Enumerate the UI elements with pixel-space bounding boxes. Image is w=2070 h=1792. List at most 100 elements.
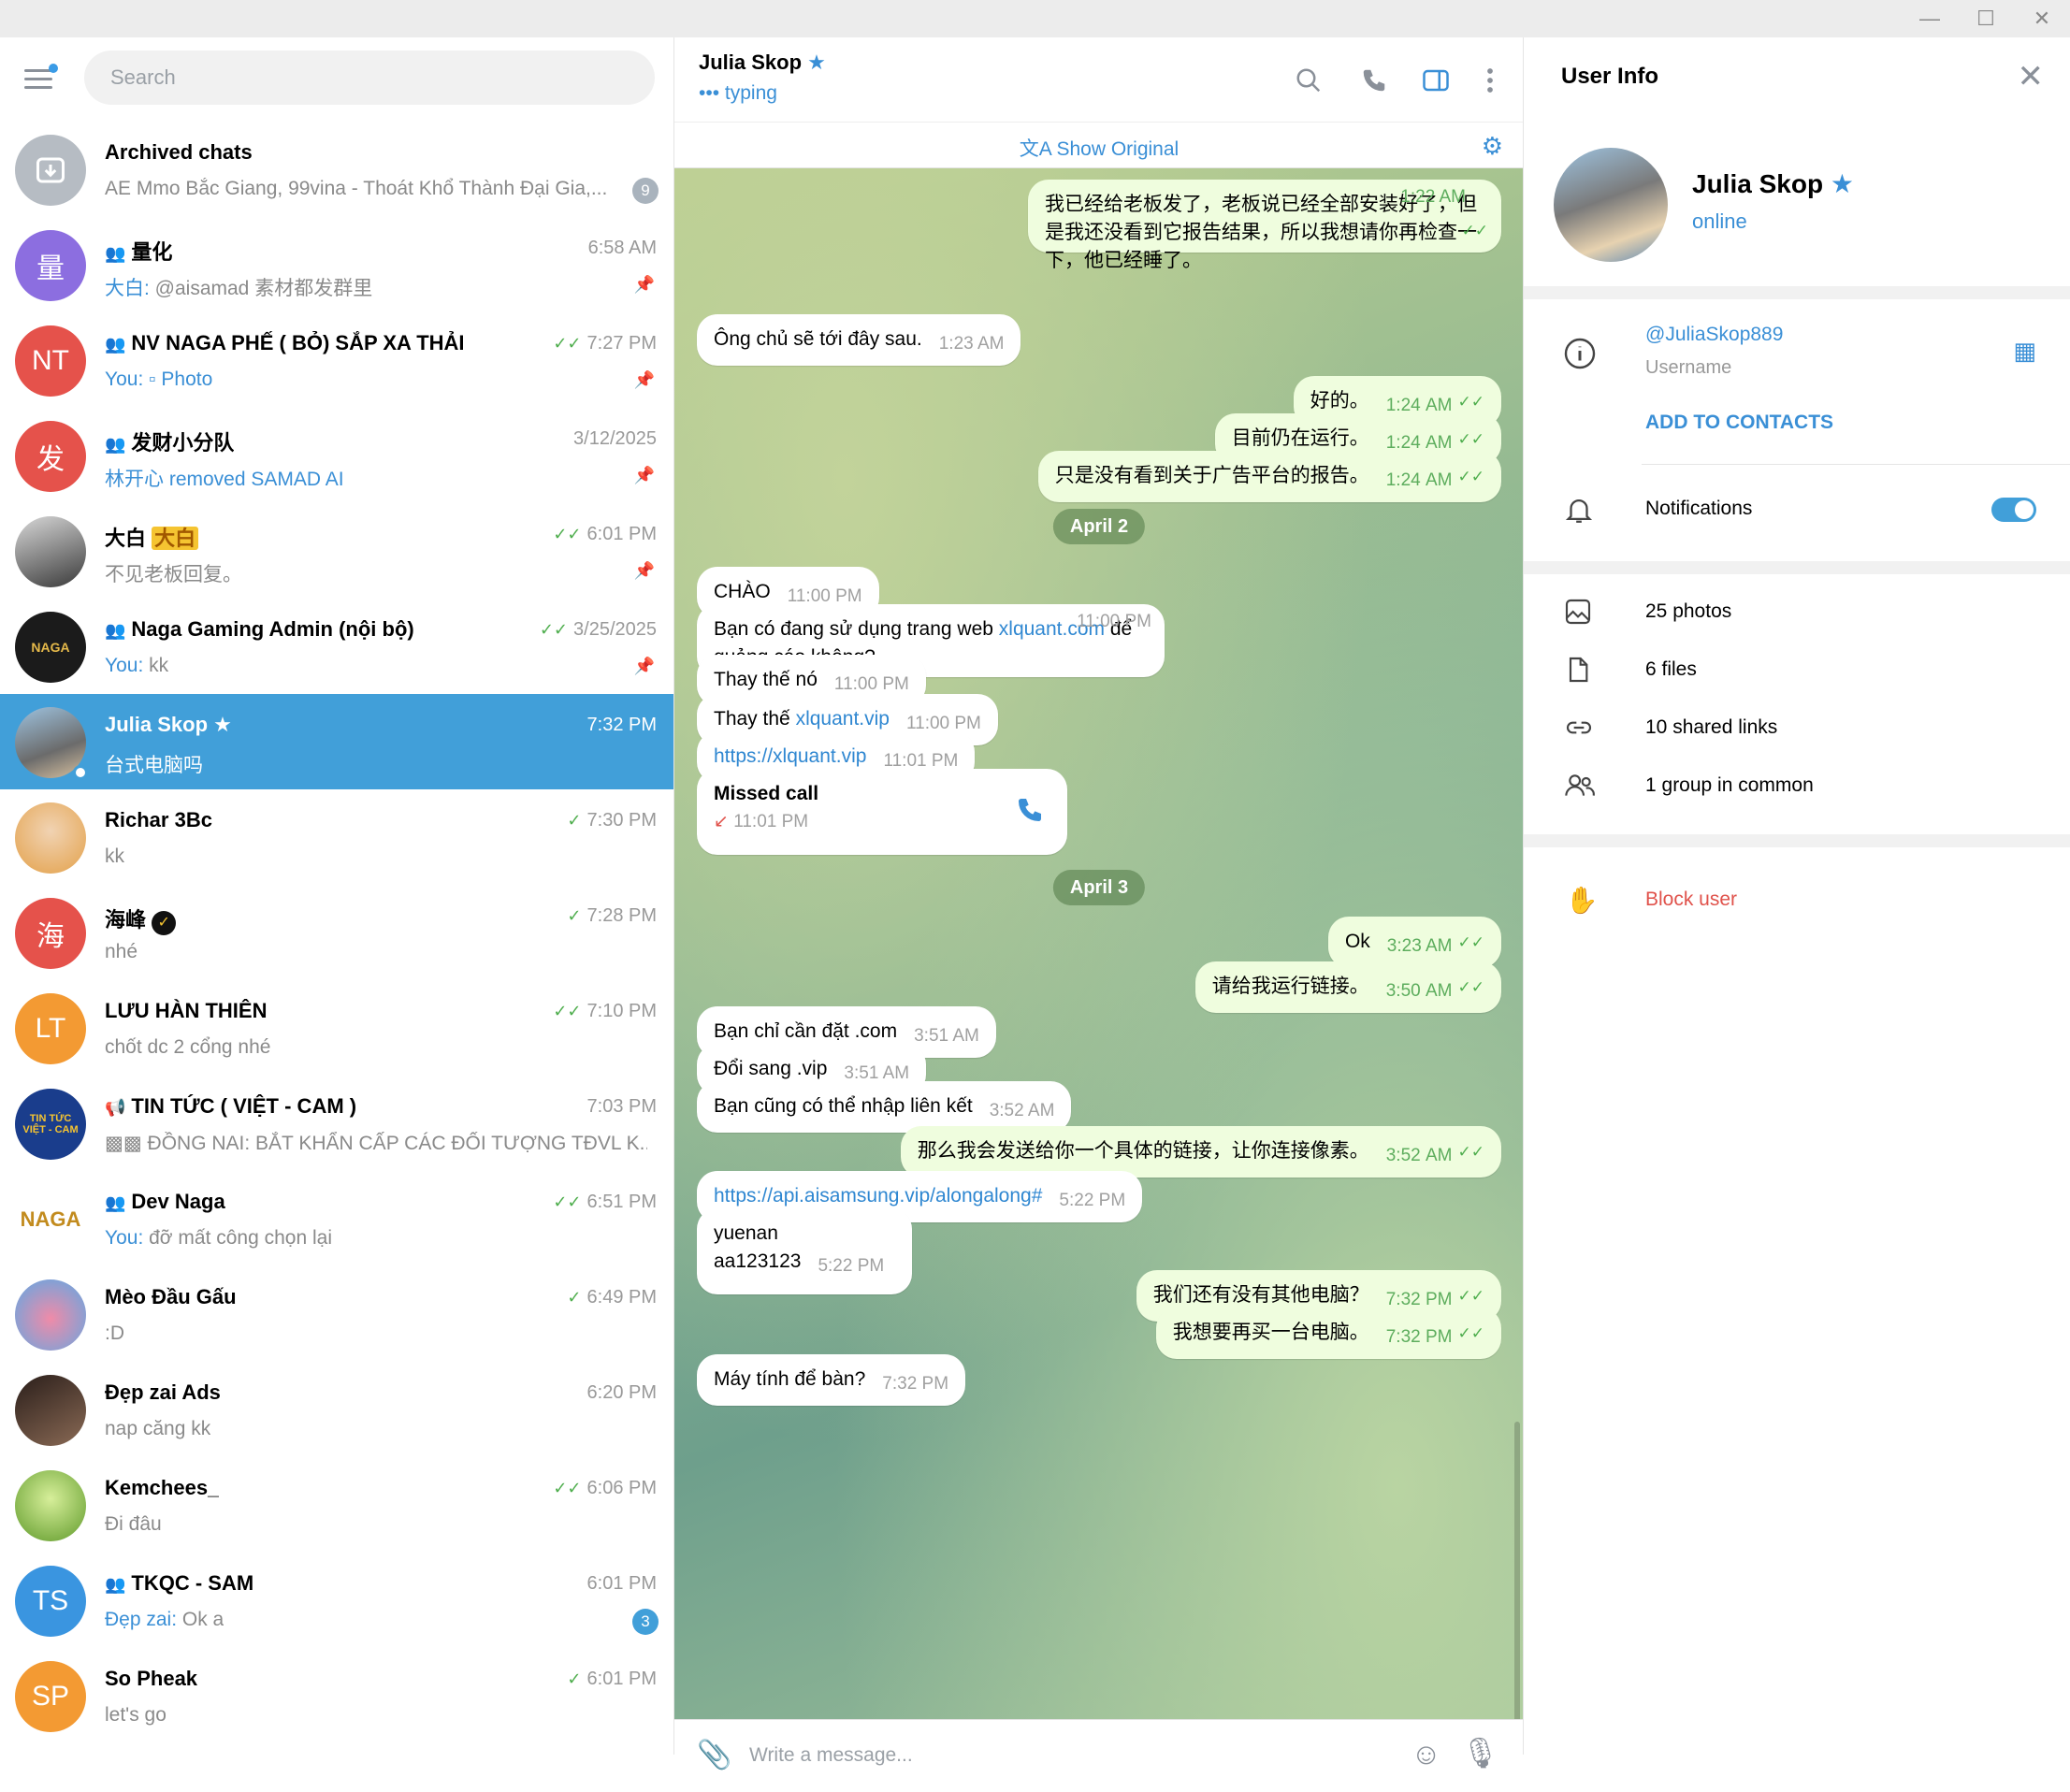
chat-item[interactable]: LT LƯU HÀN THIÊN ✓✓ 7:10 PM chốt dc 2 cổn… bbox=[0, 980, 673, 1076]
avatar: TIN TỨC VIỆT - CAM bbox=[15, 1089, 86, 1160]
message-link[interactable]: https://xlquant.vip bbox=[714, 745, 866, 767]
sidebar-toggle-icon[interactable] bbox=[1417, 62, 1455, 99]
chat-item[interactable]: 海 海峰 ✓ ✓ 7:28 PM nhé bbox=[0, 885, 673, 980]
pin-icon: 📌 bbox=[633, 561, 655, 580]
chat-item[interactable]: Mèo Đầu Gấu ✓ 6:49 PM :D bbox=[0, 1266, 673, 1362]
shared-photos[interactable]: 25 photos bbox=[1645, 600, 1731, 623]
message-link[interactable]: https://api.aisamsung.vip/alongalong# bbox=[714, 1185, 1042, 1207]
online-indicator bbox=[73, 765, 88, 780]
chat-sender: Đẹp zai: bbox=[105, 1609, 182, 1630]
chat-item-active[interactable]: Julia Skop ★ 7:32 PM 台式电脑吗 bbox=[0, 694, 673, 789]
chat-preview: 不见老板回复。 bbox=[105, 564, 242, 585]
chat-preview: Ok a bbox=[181, 1609, 224, 1630]
conversation-panel: Julia Skop ★ ••• typing 文A Show Original… bbox=[673, 37, 1524, 1792]
divider bbox=[1524, 561, 2070, 574]
double-check-icon: ✓✓ bbox=[553, 1192, 582, 1211]
typing-dots-icon: ••• bbox=[699, 82, 725, 104]
minimize-button[interactable]: — bbox=[1902, 0, 1958, 37]
username-value[interactable]: @JuliaSkop889 bbox=[1645, 324, 1783, 346]
groups-in-common[interactable]: 1 group in common bbox=[1645, 774, 1814, 797]
show-original-button[interactable]: Show Original bbox=[1056, 138, 1179, 160]
chat-item[interactable]: Kemchees_ ✓✓ 6:06 PM Đi đâu bbox=[0, 1457, 673, 1553]
chat-item[interactable]: Đẹp zai Ads 6:20 PM nap căng kk bbox=[0, 1362, 673, 1457]
chat-preview: AE Mmo Bắc Giang, 99vina - Thoát Khổ Thà… bbox=[105, 178, 608, 199]
double-check-icon: ✓✓ bbox=[1457, 978, 1485, 996]
hamburger-menu-icon[interactable] bbox=[24, 64, 58, 92]
profile-avatar[interactable] bbox=[1554, 148, 1668, 262]
divider bbox=[1642, 464, 2070, 465]
chat-item[interactable]: TS 👥 TKQC - SAM 6:01 PM Đẹp zai: Ok a 3 bbox=[0, 1553, 673, 1648]
attach-icon[interactable]: 📎 bbox=[697, 1739, 731, 1771]
chat-item-archived[interactable]: Archived chats AE Mmo Bắc Giang, 99vina … bbox=[0, 122, 673, 217]
avatar: NT bbox=[15, 325, 86, 397]
chat-name: Mèo Đầu Gấu bbox=[105, 1285, 237, 1308]
avatar bbox=[15, 802, 86, 874]
message-outgoing: 请给我运行链接。 3:50 AM ✓✓ bbox=[1194, 961, 1501, 1013]
avatar: TS bbox=[15, 1566, 86, 1637]
chat-item[interactable]: Richar 3Bc ✓ 7:30 PM kk bbox=[0, 789, 673, 885]
menu-notification-dot bbox=[49, 64, 58, 73]
panel-title: User Info bbox=[1561, 64, 1659, 89]
message-incoming: Máy tính để bàn? 7:32 PM bbox=[697, 1354, 966, 1406]
microphone-icon[interactable]: 🎙 bbox=[1461, 1735, 1499, 1770]
chat-time: 6:01 PM bbox=[586, 1573, 657, 1594]
avatar bbox=[15, 1375, 86, 1446]
group-icon: 👥 bbox=[105, 435, 126, 454]
pin-icon: 📌 bbox=[633, 657, 655, 675]
chat-preview: đỡ mất công chọn lại bbox=[149, 1227, 332, 1249]
chat-item[interactable]: NT 👥 NV NAGA PHẾ ( BỎ) SẮP XA THẢI ✓✓ 7:27… bbox=[0, 312, 673, 408]
avatar bbox=[15, 1470, 86, 1541]
shared-files[interactable]: 6 files bbox=[1645, 658, 1697, 681]
chat-time: 6:06 PM bbox=[586, 1478, 657, 1498]
chat-item[interactable]: NAGA 👥 Dev Naga ✓✓ 6:51 PM You: đỡ mất côn… bbox=[0, 1171, 673, 1266]
typing-status: typing bbox=[724, 82, 777, 104]
conversation-header: Julia Skop ★ ••• typing bbox=[674, 37, 1524, 122]
message-incoming: Ông chủ sẽ tới đây sau. 1:23 AM bbox=[697, 314, 1021, 366]
sidebar-header: Search bbox=[0, 37, 673, 122]
chat-name: Julia Skop bbox=[105, 713, 209, 736]
close-icon[interactable]: ✕ bbox=[2018, 58, 2045, 95]
phone-icon[interactable] bbox=[1355, 62, 1393, 99]
message-incoming: yuenan aa123123 5:22 PM bbox=[697, 1208, 912, 1294]
chat-name: Naga Gaming Admin (nội bộ) bbox=[131, 617, 414, 641]
add-to-contacts-button[interactable]: ADD TO CONTACTS bbox=[1645, 412, 1833, 434]
chat-item[interactable]: TIN TỨC VIỆT - CAM 📢 TIN TỨC ( VIỆT - CAM… bbox=[0, 1076, 673, 1171]
chat-name: LƯU HÀN THIÊN bbox=[105, 999, 268, 1022]
message-outgoing: 我已经给老板发了，老板说已经全部安装好了，但是我还没看到它报告结果，所以我想请你… bbox=[1028, 180, 1501, 271]
notifications-toggle[interactable] bbox=[1991, 498, 2036, 522]
chat-time: 3/12/2025 bbox=[573, 428, 657, 449]
call-back-icon[interactable] bbox=[1015, 795, 1045, 825]
translation-settings-icon[interactable]: ⚙ bbox=[1482, 132, 1503, 161]
maximize-button[interactable]: ☐ bbox=[1958, 0, 2014, 37]
chat-item[interactable]: NAGA 👥 Naga Gaming Admin (nội bộ) ✓✓ 3/25/… bbox=[0, 599, 673, 694]
qr-code-icon[interactable]: ▦ bbox=[2013, 337, 2036, 366]
chat-item[interactable]: 发 👥 发财小分队 3/12/2025 林开心 removed SAMAD AI … bbox=[0, 408, 673, 503]
chat-preview: 林开心 removed SAMAD AI bbox=[105, 469, 344, 490]
chat-name: Archived chats bbox=[105, 140, 253, 164]
message-input[interactable] bbox=[749, 1737, 1310, 1774]
link-icon bbox=[1563, 713, 1600, 743]
date-separator: April 2 bbox=[1052, 509, 1146, 544]
avatar: NAGA bbox=[15, 1184, 86, 1255]
message-link[interactable]: xlquant.vip bbox=[796, 708, 890, 730]
group-icon: 👥 bbox=[105, 1193, 126, 1212]
more-options-icon[interactable] bbox=[1471, 62, 1509, 99]
shared-links[interactable]: 10 shared links bbox=[1645, 716, 1777, 739]
window-close-button[interactable]: ✕ bbox=[2014, 0, 2070, 37]
search-icon[interactable] bbox=[1290, 62, 1327, 99]
conversation-title[interactable]: Julia Skop bbox=[699, 51, 802, 74]
chat-preview: kk bbox=[149, 655, 169, 676]
chat-item[interactable]: 大白 大白 ✓✓ 6:01 PM 不见老板回复。 📌 bbox=[0, 503, 673, 599]
info-icon bbox=[1563, 337, 1600, 370]
translation-bar: 文A Show Original ⚙ bbox=[674, 122, 1524, 168]
chat-scrollbar[interactable] bbox=[1514, 1422, 1520, 1719]
block-user-button[interactable]: Block user bbox=[1645, 889, 1737, 911]
search-input[interactable]: Search bbox=[84, 51, 655, 105]
photos-icon bbox=[1563, 597, 1600, 627]
megaphone-icon: 📢 bbox=[105, 1098, 126, 1117]
group-icon: 👥 bbox=[105, 244, 126, 263]
chat-item[interactable]: 量 👥 量化 6:58 AM 大白: @aisamad 素材都发群里 📌 bbox=[0, 217, 673, 312]
chat-history[interactable]: 我已经给老板发了，老板说已经全部安装好了，但是我还没看到它报告结果，所以我想请你… bbox=[674, 168, 1524, 1719]
chat-item[interactable]: SP So Pheak ✓ 6:01 PM let's go bbox=[0, 1648, 673, 1743]
double-check-icon: ✓✓ bbox=[1457, 1143, 1485, 1161]
